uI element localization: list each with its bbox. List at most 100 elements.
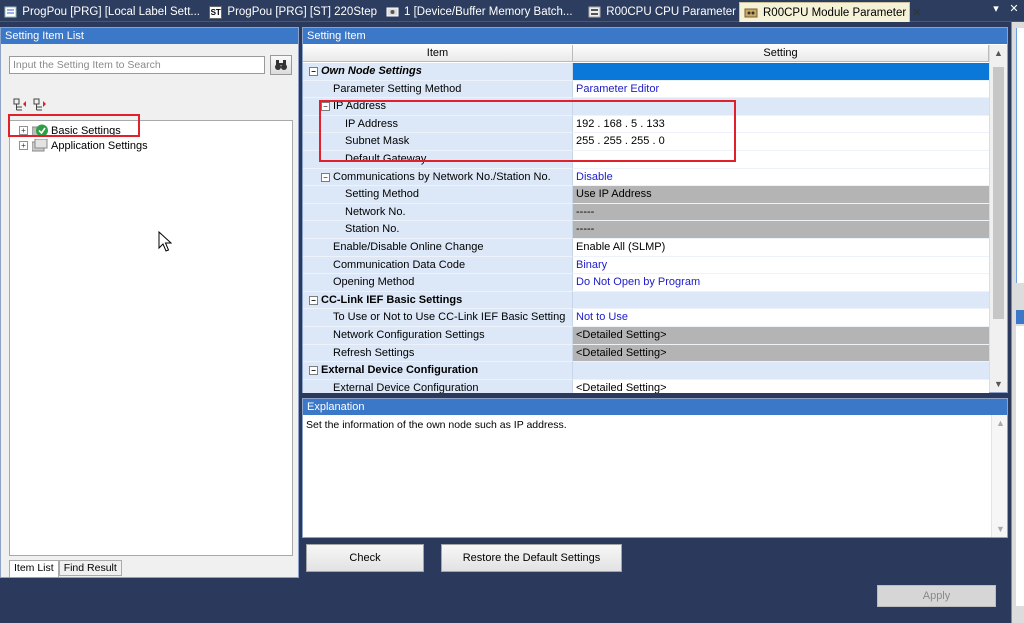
setting-row[interactable]: − Communications by Network No./Station N… — [303, 168, 989, 187]
setting-row[interactable]: Refresh Settings <Detailed Setting> — [303, 344, 989, 363]
tab-cpu-parameter[interactable]: R00CPU CPU Parameter — [584, 2, 736, 22]
setting-value-cell[interactable]: Not to Use — [573, 309, 989, 327]
tab-label: R00CPU CPU Parameter — [606, 6, 736, 18]
tab-find-result[interactable]: Find Result — [58, 560, 122, 576]
ladder-program-icon — [4, 6, 17, 19]
expand-toggle[interactable]: + — [19, 141, 28, 150]
setting-item-cell[interactable]: − Communications by Network No./Station N… — [303, 168, 573, 187]
status-strip — [0, 610, 1011, 623]
setting-item-cell[interactable]: Refresh Settings — [303, 344, 573, 363]
setting-value-cell[interactable]: <Detailed Setting> — [573, 327, 989, 345]
setting-item-label: Parameter Setting Method — [333, 82, 462, 95]
parameter-icon — [588, 6, 601, 19]
setting-item-cell[interactable]: Enable/Disable Online Change — [303, 239, 573, 257]
setting-value-cell[interactable]: ----- — [573, 203, 989, 222]
column-header-setting[interactable]: Setting — [573, 45, 989, 61]
setting-row[interactable]: Network No. ----- — [303, 203, 989, 222]
setting-item-cell[interactable]: External Device Configuration — [303, 379, 573, 393]
close-tab-icon[interactable]: ✕ — [912, 6, 921, 19]
setting-row[interactable]: − Own Node Settings — [303, 63, 989, 81]
setting-row[interactable]: Enable/Disable Online Change Enable All (… — [303, 239, 989, 257]
collapse-toggle-icon[interactable]: − — [309, 366, 318, 376]
gx-works3-window: ProgPou [PRG] [Local Label Sett... ST Pr… — [0, 0, 1024, 623]
search-button[interactable] — [270, 55, 292, 75]
setting-item-cell[interactable]: Setting Method — [303, 186, 573, 204]
setting-row[interactable]: Communication Data Code Binary — [303, 256, 989, 275]
setting-item-label: External Device Configuration — [321, 364, 479, 377]
setting-item-search-input[interactable]: Input the Setting Item to Search — [9, 56, 265, 74]
setting-grid-header: Item Setting — [303, 45, 989, 62]
setting-item-cell[interactable]: Station No. — [303, 221, 573, 239]
scrollbar-thumb[interactable] — [993, 67, 1004, 319]
application-settings-icon — [31, 138, 48, 152]
setting-value-cell[interactable]: Binary — [573, 256, 989, 275]
check-button[interactable]: Check — [306, 544, 424, 572]
setting-item-cell[interactable]: − CC-Link IEF Basic Settings — [303, 291, 573, 310]
setting-value-cell[interactable]: Use IP Address — [573, 186, 989, 204]
setting-value-cell[interactable]: Enable All (SLMP) — [573, 239, 989, 257]
explanation-title: Explanation — [303, 399, 1007, 415]
setting-item-cell[interactable]: Parameter Setting Method — [303, 80, 573, 99]
setting-value-cell[interactable] — [573, 291, 989, 310]
tab-progpou-st[interactable]: ST ProgPou [PRG] [ST] 220Step — [205, 2, 377, 22]
tab-module-parameter[interactable]: R00CPU Module Parameter ✕ — [739, 2, 921, 22]
setting-value-cell[interactable]: ----- — [573, 221, 989, 239]
scroll-up-icon[interactable]: ▲ — [996, 418, 1005, 428]
explanation-scrollbar[interactable]: ▲ ▼ — [991, 415, 1007, 537]
setting-row[interactable]: External Device Configuration <Detailed S… — [303, 379, 989, 393]
setting-item-cell[interactable]: Opening Method — [303, 274, 573, 292]
scroll-down-icon[interactable]: ▼ — [994, 379, 1003, 389]
setting-item-cell[interactable]: Communication Data Code — [303, 256, 573, 275]
setting-value-cell[interactable]: <Detailed Setting> — [573, 344, 989, 363]
setting-grid-scrollbar[interactable]: ▲ ▼ — [989, 45, 1007, 392]
setting-item-cell[interactable]: To Use or Not to Use CC-Link IEF Basic S… — [303, 309, 573, 327]
side-panel-upper — [1016, 28, 1024, 283]
setting-row[interactable]: Opening Method Do Not Open by Program — [303, 274, 989, 292]
collapse-all-icon[interactable] — [33, 98, 47, 112]
setting-row[interactable]: Setting Method Use IP Address — [303, 186, 989, 204]
setting-value-cell[interactable]: Disable — [573, 168, 989, 187]
side-panel-lower — [1016, 326, 1024, 606]
setting-value-cell[interactable]: Parameter Editor — [573, 80, 989, 99]
setting-item-cell[interactable]: Network No. — [303, 203, 573, 222]
setting-row[interactable]: To Use or Not to Use CC-Link IEF Basic S… — [303, 309, 989, 327]
tab-label: ProgPou [PRG] [Local Label Sett... — [22, 6, 200, 18]
tab-label: ProgPou [PRG] [ST] 220Step — [227, 6, 377, 18]
setting-value-cell[interactable]: <Detailed Setting> — [573, 379, 989, 393]
column-header-item[interactable]: Item — [303, 45, 573, 61]
scroll-down-icon[interactable]: ▼ — [996, 524, 1005, 534]
expand-all-icon[interactable] — [13, 98, 27, 112]
collapse-toggle-icon[interactable]: − — [309, 295, 318, 305]
restore-default-settings-button[interactable]: Restore the Default Settings — [441, 544, 622, 572]
left-pane-bottom-tabs: Item List Find Result — [9, 560, 122, 577]
setting-item-label: To Use or Not to Use CC-Link IEF Basic S… — [333, 311, 566, 324]
collapse-toggle-icon[interactable]: − — [321, 172, 330, 182]
setting-value-cell[interactable]: Do Not Open by Program — [573, 274, 989, 292]
setting-item-label: Station No. — [345, 223, 400, 236]
tab-device-buffer-memory[interactable]: 1 [Device/Buffer Memory Batch... — [381, 2, 579, 22]
setting-item-label: Setting Method — [345, 188, 419, 201]
setting-row[interactable]: Station No. ----- — [303, 221, 989, 239]
setting-item-label: Network No. — [345, 205, 406, 218]
collapse-toggle-icon[interactable]: − — [309, 67, 318, 76]
close-window-icon[interactable]: ✕ — [1008, 2, 1020, 15]
setting-item-cell[interactable]: Network Configuration Settings — [303, 327, 573, 345]
setting-value-cell[interactable] — [573, 362, 989, 380]
tab-list-dropdown-icon[interactable]: ▾ — [990, 2, 1002, 15]
setting-item-label: Communication Data Code — [333, 258, 466, 271]
tab-progpou-local-label[interactable]: ProgPou [PRG] [Local Label Sett... — [0, 2, 200, 22]
setting-row[interactable]: − CC-Link IEF Basic Settings — [303, 291, 989, 310]
setting-value-cell[interactable] — [573, 63, 989, 81]
setting-item-cell[interactable]: − Own Node Settings — [303, 63, 573, 81]
setting-item-title: Setting Item — [303, 28, 1007, 44]
setting-row[interactable]: Network Configuration Settings <Detailed … — [303, 327, 989, 345]
setting-item-cell[interactable]: − External Device Configuration — [303, 362, 573, 380]
apply-button[interactable]: Apply — [877, 585, 996, 607]
tab-item-list[interactable]: Item List — [9, 560, 59, 577]
scroll-up-icon[interactable]: ▲ — [994, 48, 1003, 58]
st-program-icon: ST — [209, 5, 223, 19]
tree-node-application-settings[interactable]: + Application Settings — [19, 138, 148, 153]
setting-row[interactable]: Parameter Setting Method Parameter Editor — [303, 80, 989, 99]
setting-row[interactable]: − External Device Configuration — [303, 362, 989, 380]
annotation-highlight-basic-settings — [8, 114, 140, 137]
